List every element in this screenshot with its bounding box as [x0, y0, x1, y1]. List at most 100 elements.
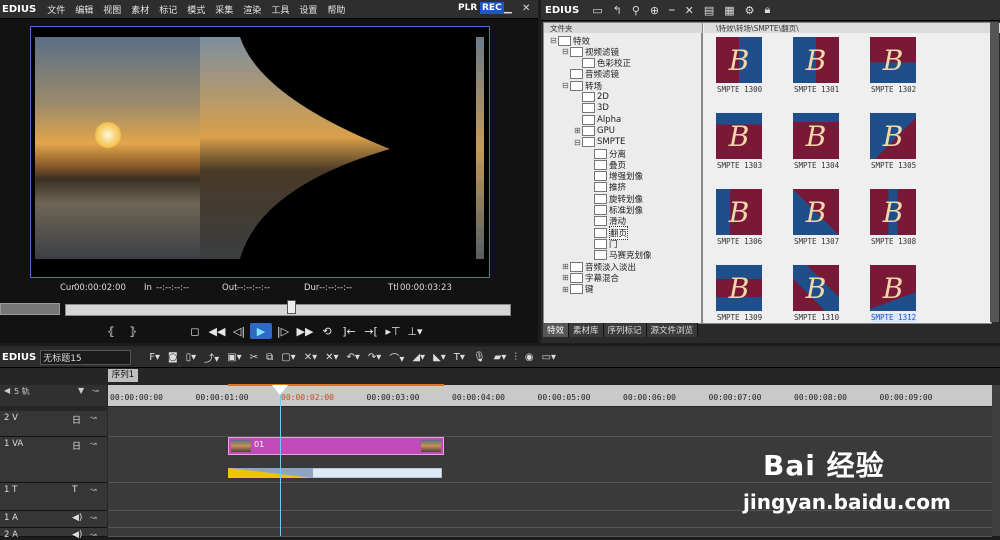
- track-sync-icon[interactable]: ↝: [90, 485, 97, 494]
- tree-item[interactable]: 增强划像: [586, 171, 643, 182]
- folder-icon[interactable]: ▭: [587, 4, 607, 17]
- paste-icon[interactable]: ▢▾: [277, 352, 299, 363]
- menu-capture[interactable]: 采集: [210, 3, 238, 16]
- stop-icon[interactable]: ◻: [184, 323, 206, 339]
- delete-clip-icon[interactable]: ✕▾: [300, 352, 321, 363]
- tree-item[interactable]: 分离: [586, 148, 626, 160]
- shuttle-slider[interactable]: [0, 303, 60, 315]
- track-count-left-icon[interactable]: ◀: [4, 386, 10, 395]
- transition-thumbnail[interactable]: B: [793, 265, 839, 311]
- transition-label[interactable]: SMPTE 1302: [871, 85, 916, 94]
- transition-thumbnail[interactable]: B: [793, 37, 839, 83]
- menu-file[interactable]: 文件: [42, 3, 70, 16]
- track-count-right-icon[interactable]: ▼: [78, 386, 84, 395]
- tree-toggle-icon[interactable]: ⊞: [574, 126, 582, 135]
- transition-thumbnail[interactable]: B: [716, 113, 762, 159]
- transition-label[interactable]: SMPTE 1304: [794, 161, 839, 170]
- track-sync-icon[interactable]: ↝: [90, 530, 97, 539]
- tree-item[interactable]: ⊟ 转场: [562, 80, 602, 92]
- redo-icon[interactable]: ↷▾: [364, 352, 385, 363]
- tree-toggle-icon[interactable]: ⊟: [550, 36, 558, 45]
- track-header[interactable]: 1 VA 日 ↝: [0, 437, 107, 483]
- transition-label[interactable]: SMPTE 1300: [717, 85, 762, 94]
- set-out-icon[interactable]: ⦄: [122, 323, 144, 339]
- play-icon[interactable]: ▶: [250, 323, 272, 339]
- track-toggle-icon[interactable]: ◀): [72, 513, 82, 523]
- track-toggle-icon[interactable]: 日: [72, 413, 81, 426]
- menu-render[interactable]: 渲染: [238, 3, 266, 16]
- transition-thumbnail[interactable]: B: [870, 189, 916, 235]
- tree-item[interactable]: ⊟ 特效: [550, 35, 590, 47]
- tree-item[interactable]: Alpha: [574, 114, 621, 125]
- properties-icon[interactable]: ▤: [699, 4, 719, 17]
- delete-icon[interactable]: ✕: [680, 4, 699, 17]
- track-count-label[interactable]: 5 轨: [14, 386, 30, 397]
- tree-toggle-icon[interactable]: ⊞: [562, 262, 570, 271]
- tree-item[interactable]: 旋转划像: [586, 193, 643, 205]
- track-header[interactable]: 1 T T ↝: [0, 483, 107, 511]
- save-icon[interactable]: ▣▾: [223, 352, 245, 363]
- menu-edit[interactable]: 编辑: [70, 3, 98, 16]
- tree-item[interactable]: ⊞ 字幕混合: [562, 272, 619, 284]
- tab-effects[interactable]: 特效: [543, 323, 570, 337]
- tree-item[interactable]: ⊞ 键: [562, 284, 594, 295]
- transition-label[interactable]: SMPTE 1312: [871, 313, 917, 322]
- tree-item[interactable]: 标准划像: [586, 205, 643, 216]
- transition-thumbnail[interactable]: B: [716, 37, 762, 83]
- lock-icon[interactable]: 🔒︎: [760, 3, 776, 17]
- title-icon[interactable]: T▾: [450, 352, 469, 363]
- transition-label[interactable]: SMPTE 1310: [794, 313, 839, 322]
- mixer-icon[interactable]: ⫶: [510, 352, 521, 363]
- transition-label[interactable]: SMPTE 1305: [871, 161, 916, 170]
- transition-label[interactable]: SMPTE 1306: [717, 237, 762, 246]
- add-marker-icon[interactable]: ⌒▾: [385, 350, 408, 365]
- transition-label[interactable]: SMPTE 1309: [717, 313, 762, 322]
- view-grid-icon[interactable]: ▦: [719, 4, 739, 17]
- tree-item[interactable]: 门: [586, 238, 618, 250]
- search-icon[interactable]: ⚲: [627, 4, 645, 17]
- transition-thumbnail[interactable]: B: [870, 37, 916, 83]
- track-sync-icon[interactable]: ↝: [90, 513, 97, 522]
- mic-icon[interactable]: 🎙︎: [469, 352, 490, 363]
- new-icon[interactable]: ▯▾: [182, 352, 201, 363]
- add-clip-icon[interactable]: ⊕: [645, 4, 664, 17]
- transition-thumbnail[interactable]: B: [716, 265, 762, 311]
- track-header[interactable]: 1 A ◀) ↝: [0, 511, 107, 528]
- tree-toggle-icon[interactable]: ⊟: [562, 81, 570, 90]
- transition-label[interactable]: SMPTE 1308: [871, 237, 916, 246]
- menu-tools[interactable]: 工具: [266, 3, 294, 16]
- playhead-marker[interactable]: [272, 385, 288, 395]
- tree-item[interactable]: 色彩校正: [574, 58, 631, 69]
- transition-thumbnail[interactable]: B: [870, 113, 916, 159]
- tree-toggle-icon[interactable]: ⊞: [562, 273, 570, 282]
- tree-item[interactable]: ⊞ GPU: [574, 125, 615, 136]
- tree-item[interactable]: 马赛克划像: [586, 250, 652, 261]
- timeline-add-icon[interactable]: ⎯: [664, 3, 680, 17]
- overwrite-icon[interactable]: ⊥▾: [404, 323, 426, 339]
- tab-bin[interactable]: 素材库: [569, 323, 604, 337]
- rec-toggle[interactable]: REC: [480, 2, 504, 14]
- position-slider-handle[interactable]: [287, 300, 296, 314]
- copy-icon[interactable]: ⧉: [262, 352, 277, 363]
- minimize-icon[interactable]: ▁: [504, 3, 512, 14]
- tree-item[interactable]: 2D: [574, 92, 609, 103]
- razor-icon[interactable]: ◢▾: [408, 352, 429, 363]
- record-icon[interactable]: ◉: [521, 352, 538, 363]
- menu-view[interactable]: 视图: [98, 3, 126, 16]
- fast-forward-icon[interactable]: ▶▶: [294, 323, 316, 339]
- step-forward-icon[interactable]: |▷: [272, 323, 294, 339]
- step-back-icon[interactable]: ◁|: [228, 323, 250, 339]
- prev-edit-icon[interactable]: ]←: [338, 323, 360, 339]
- timeline-scrollbar[interactable]: [992, 385, 1000, 536]
- settings-icon[interactable]: ⚙: [740, 4, 760, 17]
- tree-item[interactable]: ⊟ 视频滤镜: [562, 46, 619, 58]
- playhead-line[interactable]: [280, 392, 281, 536]
- menu-marker[interactable]: 标记: [154, 3, 182, 16]
- clip-scrollbar[interactable]: [990, 22, 999, 322]
- tree-item[interactable]: 翻页: [586, 225, 629, 240]
- menu-help[interactable]: 帮助: [322, 3, 350, 16]
- tree-item[interactable]: 音频滤镜: [562, 69, 619, 80]
- insert-icon[interactable]: ▸⊤: [382, 323, 404, 339]
- track-sync-icon[interactable]: ↝: [90, 439, 97, 448]
- close-icon[interactable]: ✕: [522, 3, 530, 14]
